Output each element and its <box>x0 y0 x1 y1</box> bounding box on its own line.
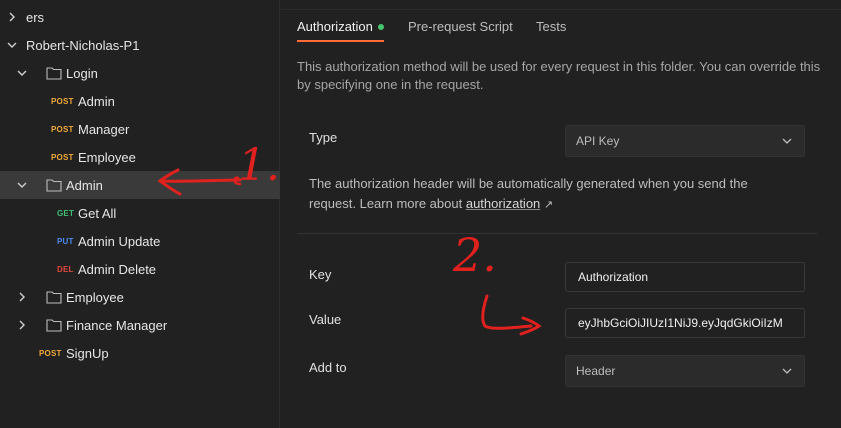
tree-item-label: Login <box>66 65 98 81</box>
type-label: Type <box>309 130 338 145</box>
method-badge: GET <box>57 208 75 218</box>
add-to-select-value: Header <box>576 364 616 378</box>
chevron-down-icon[interactable] <box>6 39 18 51</box>
request-label: SignUp <box>66 345 109 361</box>
folder-icon <box>46 178 62 192</box>
status-dot <box>377 23 384 30</box>
method-badge: POST <box>51 96 74 106</box>
active-tab-indicator <box>297 40 384 42</box>
add-to-label: Add to <box>309 360 347 375</box>
sidebar: ers Robert-Nicholas-P1 Login POST Admin … <box>0 0 280 428</box>
tree-item-label: Robert-Nicholas-P1 <box>26 37 140 53</box>
tree-item-collection[interactable]: Robert-Nicholas-P1 <box>0 31 280 59</box>
method-badge: POST <box>39 348 62 358</box>
tree-item-label: ers <box>26 9 45 25</box>
tab-authorization[interactable]: Authorization <box>297 19 384 34</box>
auth-description: This authorization method will be used f… <box>297 59 821 92</box>
tab-pre-request-script[interactable]: Pre-request Script <box>408 19 513 34</box>
method-badge: POST <box>51 124 74 134</box>
request-label: Admin Delete <box>78 261 157 277</box>
chevron-down-icon <box>782 368 792 374</box>
method-badge: PUT <box>57 236 74 246</box>
tree-item-ers[interactable]: ers <box>0 3 280 31</box>
key-input[interactable]: Authorization <box>565 262 805 292</box>
chevron-down-icon[interactable] <box>16 67 28 79</box>
tree-item-label: Employee <box>66 289 124 305</box>
authorization-link[interactable]: authorization <box>466 196 540 211</box>
folder-icon <box>46 66 62 80</box>
tabs: Authorization Pre-request Script Tests <box>281 0 841 44</box>
request-item[interactable]: PUT Admin Update <box>0 227 280 255</box>
type-select[interactable]: API Key <box>565 125 805 157</box>
request-item[interactable]: POST Admin <box>0 87 280 115</box>
request-label: Admin Update <box>78 233 161 249</box>
request-item[interactable]: POST Employee <box>0 143 280 171</box>
request-item[interactable]: GET Get All <box>0 199 280 227</box>
type-select-value: API Key <box>576 134 620 148</box>
tree-folder-admin[interactable]: Admin <box>0 171 280 199</box>
chevron-down-icon <box>782 138 792 144</box>
folder-icon <box>46 318 62 332</box>
tree-item-label: Finance Manager <box>66 317 168 333</box>
tree-folder-login[interactable]: Login <box>0 59 280 87</box>
annotation-label-2: 2. <box>453 228 497 282</box>
value-label: Value <box>309 312 342 327</box>
request-label: Employee <box>78 149 136 165</box>
external-link-icon[interactable]: ↗ <box>544 199 553 211</box>
method-badge: DEL <box>57 264 74 274</box>
auth-info-text: The authorization header will be automat… <box>309 174 769 215</box>
request-label: Admin <box>78 93 115 109</box>
tree-folder-employee[interactable]: Employee <box>0 283 280 311</box>
section-divider <box>297 233 817 234</box>
request-item[interactable]: POST Manager <box>0 115 280 143</box>
chevron-right-icon[interactable] <box>6 11 18 23</box>
add-to-select[interactable]: Header <box>565 355 805 387</box>
request-label: Get All <box>78 205 117 221</box>
tree-folder-finance-manager[interactable]: Finance Manager <box>0 311 280 339</box>
request-item[interactable]: POST SignUp <box>0 339 280 367</box>
value-input[interactable]: eyJhbGciOiJIUzI1NiJ9.eyJqdGkiOiIzM <box>565 308 805 338</box>
tab-label: Authorization <box>297 19 373 34</box>
main-panel: Authorization Pre-request Script Tests T… <box>281 0 841 428</box>
key-label: Key <box>309 267 332 282</box>
annotation-arrow-2 <box>481 294 542 336</box>
chevron-down-icon[interactable] <box>16 179 28 191</box>
chevron-right-icon[interactable] <box>16 319 28 331</box>
folder-icon <box>46 290 62 304</box>
tab-tests[interactable]: Tests <box>536 19 566 34</box>
method-badge: POST <box>51 152 74 162</box>
tree-item-label: Admin <box>66 177 103 193</box>
request-label: Manager <box>78 121 130 137</box>
chevron-right-icon[interactable] <box>16 291 28 303</box>
request-item[interactable]: DEL Admin Delete <box>0 255 280 283</box>
